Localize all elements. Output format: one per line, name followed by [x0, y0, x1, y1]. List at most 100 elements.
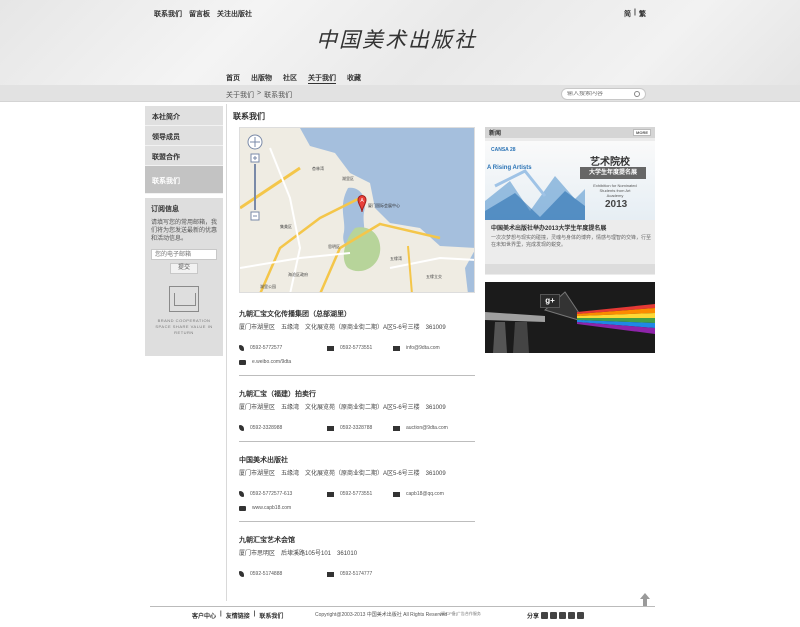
mail-icon [393, 425, 400, 431]
prism-graphic [485, 282, 655, 353]
fax-value: 0592-5773551 [340, 491, 373, 497]
fax-value: 0592-3328788 [340, 425, 373, 431]
share-label: 分享 [527, 614, 540, 620]
fax-icon [327, 425, 334, 431]
phone-value: 0592-3328988 [250, 425, 283, 431]
fax-icon [327, 571, 334, 577]
map-label: 海沧区政府 [288, 271, 308, 277]
nav-home[interactable]: 首页 [226, 73, 240, 84]
phone-icon [239, 345, 244, 351]
mail-icon [393, 491, 400, 497]
site-footer: 客户中心 | 友情链接 | 联系我们 Copyright@2003-2013 中… [150, 611, 655, 623]
contact-web: e.weibo.com/9dta [239, 359, 291, 365]
footer-link-friends[interactable]: 友情链接 [226, 611, 250, 620]
top-link-guestbook[interactable]: 留言板 [189, 9, 210, 19]
footer-links: 客户中心 | 友情链接 | 联系我们 [192, 611, 283, 620]
contact-row: 0592-3328988 0592-3328788 auction@9dta.c… [239, 421, 475, 435]
footer-divider [150, 606, 655, 607]
breadcrumb-current: 联系我们 [264, 92, 293, 99]
google-plus-icon: g+ [540, 294, 560, 308]
sidebar-item-leaders[interactable]: 领导成员 [145, 126, 223, 146]
banner-tagline: A Rising Artists [487, 165, 532, 171]
phone-value: 0592-5772577-613 [250, 491, 293, 497]
news-description: 一次次梦想与现实的碰撞，灵魂与身体的博弈，情感与理智的交锋，行至在未知世界里，完… [491, 235, 652, 248]
map-label: 五缘立交 [426, 273, 442, 279]
camera-icon [239, 359, 246, 365]
contact-card: 九朝汇宝（福建）拍卖行 厦门市湖里区 五缘湾 文化展览苑（原商业街二期）A区5-… [239, 389, 475, 442]
banner-year: 2013 [605, 199, 628, 210]
footer-copyright: Copyright@2003-2013 中国美术出版社 All Rights R… [315, 612, 448, 618]
contact-address: 厦门市湖里区 五缘湾 文化展览苑（原商业街二期）A区5-6号三楼 361009 [239, 471, 446, 477]
map-label: 集美区 [280, 223, 292, 229]
web-value[interactable]: www.capb18.com [252, 505, 291, 511]
mail-icon [393, 345, 400, 351]
search-input[interactable] [567, 91, 631, 97]
contact-row: 0592-5772577-613 0592-5773551 capb18@qq.… [239, 487, 475, 501]
footer-separator: | [253, 611, 256, 617]
share-qzone-icon[interactable] [550, 612, 558, 619]
sidebar-menu: 本社简介 领导成员 联盟合作 联系我们 [145, 106, 223, 194]
news-banner[interactable]: CANSA 28 A Rising Artists 艺术院校 大学生年度提名展 … [485, 141, 655, 220]
contact-email: info@9dta.com [393, 345, 440, 351]
news-title[interactable]: 中国美术出版社举办2013大学生年度提名展 [491, 223, 606, 232]
map-label: 湖里公园 [260, 283, 276, 289]
web-value[interactable]: e.weibo.com/9dta [252, 359, 291, 365]
contact-email: auction@9dta.com [393, 425, 448, 431]
lang-simplified[interactable]: 简 [624, 9, 631, 19]
nav-about[interactable]: 关于我们 [308, 73, 336, 84]
contact-row: 0592-5174888 0592-5174777 [239, 567, 475, 581]
banner-note: Exhibition for Nominated Students from A… [593, 183, 637, 198]
map-canvas[interactable]: A 厦门国际会展中心 湖里区 五缘湾 杏林湾 集美区 思明区 五缘立交 海沧区政… [240, 128, 475, 293]
content-divider [226, 104, 227, 601]
contact-phone: 0592-3328988 [239, 425, 327, 431]
share-renren-icon[interactable] [559, 612, 567, 619]
nav-publications[interactable]: 出版物 [251, 73, 272, 84]
back-to-top-icon[interactable] [640, 593, 650, 607]
email-value[interactable]: auction@9dta.com [406, 425, 448, 431]
sidebar-item-contact[interactable]: 联系我们 [145, 166, 223, 194]
email-value[interactable]: capb18@qq.com [406, 491, 444, 497]
subscribe-email-input[interactable] [151, 249, 217, 260]
phone-icon [239, 425, 244, 431]
email-value[interactable]: info@9dta.com [406, 345, 440, 351]
lang-traditional[interactable]: 繁 [639, 9, 646, 19]
contact-address: 厦门市湖里区 五缘湾 文化展览苑（原商业街二期）A区5-6号三楼 361009 [239, 325, 446, 331]
phone-icon [239, 571, 244, 577]
nav-collection[interactable]: 收藏 [347, 73, 361, 84]
contact-email: capb18@qq.com [393, 491, 444, 497]
breadcrumb-about[interactable]: 关于我们 [226, 90, 254, 100]
fax-icon [327, 345, 334, 351]
promo-image[interactable]: g+ [485, 282, 655, 353]
contact-address: 厦门市思明区 后埭溪路105号101 361010 [239, 551, 358, 557]
cooperation-emblem-icon [169, 286, 199, 312]
top-link-contact[interactable]: 联系我们 [154, 9, 182, 19]
footer-link-contact[interactable]: 联系我们 [259, 611, 283, 620]
footer-icp[interactable]: [闽ICP备]广告合作服务 [440, 611, 481, 617]
nav-community[interactable]: 社区 [283, 73, 297, 84]
footer-link-customer[interactable]: 客户中心 [192, 611, 216, 620]
news-more-button[interactable]: MORE [633, 129, 651, 136]
site-logo[interactable]: 中国美术出版社 [316, 24, 476, 54]
banner-title: 艺术院校 [590, 157, 630, 168]
share-weibo-icon[interactable] [541, 612, 549, 619]
phone-value: 0592-5772577 [250, 345, 283, 351]
breadcrumb-separator: > [257, 90, 262, 97]
contact-phone: 0592-5772577-613 [239, 491, 327, 497]
contact-row: www.capb18.com [239, 501, 475, 515]
share-douban-icon[interactable] [568, 612, 576, 619]
news-header: 新闻 MORE [485, 127, 655, 138]
fax-icon [327, 491, 334, 497]
cooperation-slogan: BRAND COOPERATION SPACE SHARE VALUE IN R… [155, 318, 213, 335]
contact-phone: 0592-5772577 [239, 345, 327, 351]
subscribe-panel: 订阅信息 请填写您的常用邮箱，我们将为您发送最新的优惠和活动信息。 提交 BRA… [145, 198, 223, 356]
sidebar-item-intro[interactable]: 本社简介 [145, 106, 223, 126]
map-label: 五缘湾 [390, 255, 402, 261]
subscribe-submit-button[interactable]: 提交 [170, 263, 198, 274]
top-link-follow[interactable]: 关注出版社 [217, 9, 252, 19]
share-more-icon[interactable] [577, 612, 585, 619]
page-title: 联系我们 [233, 112, 265, 121]
sidebar: 本社简介 领导成员 联盟合作 联系我们 订阅信息 请填写您的常用邮箱，我们将为您… [145, 106, 223, 356]
location-map[interactable]: A 厦门国际会展中心 湖里区 五缘湾 杏林湾 集美区 思明区 五缘立交 海沧区政… [239, 127, 475, 293]
sidebar-item-alliance[interactable]: 联盟合作 [145, 146, 223, 166]
search-icon[interactable] [634, 91, 640, 97]
